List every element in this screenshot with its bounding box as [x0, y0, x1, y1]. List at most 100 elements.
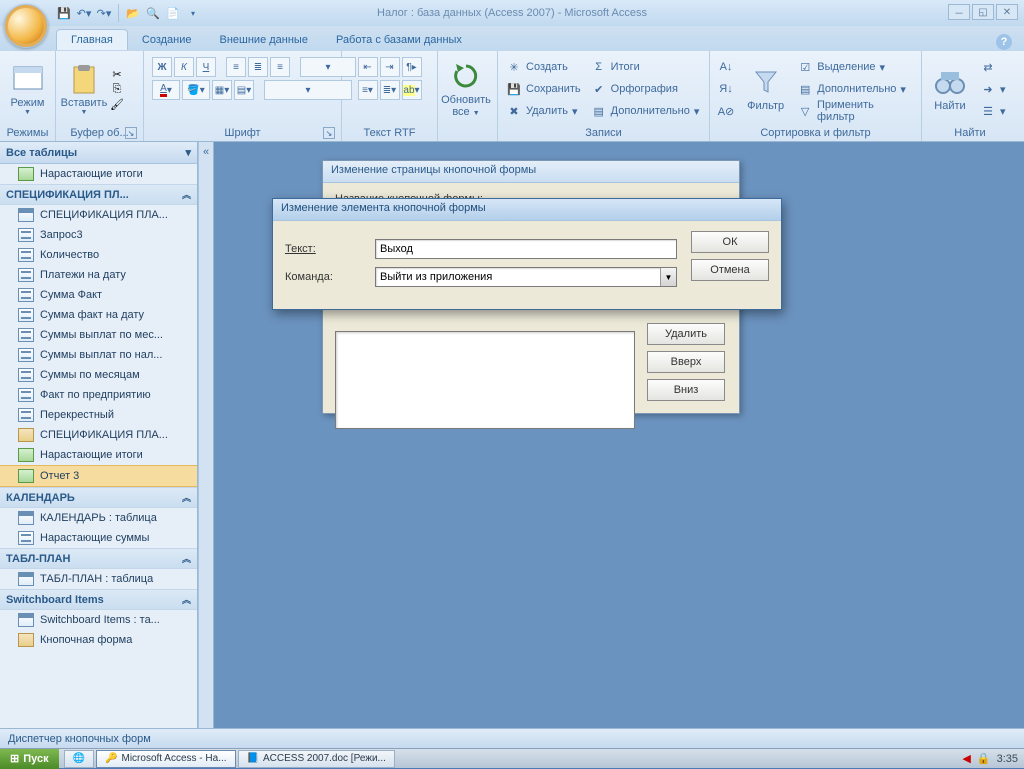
- indent-inc-button[interactable]: ⇥: [380, 57, 400, 77]
- delete-button[interactable]: Удалить: [647, 323, 725, 345]
- nav-item[interactable]: Суммы выплат по нал...: [0, 345, 197, 365]
- format-painter-icon[interactable]: 🖌: [110, 98, 124, 111]
- select-button[interactable]: ☰▾: [976, 101, 1010, 121]
- help-icon[interactable]: ?: [996, 34, 1012, 50]
- cut-icon[interactable]: ✂: [110, 68, 124, 81]
- clipboard-dialog-launcher[interactable]: ↘: [125, 127, 137, 139]
- font-combo[interactable]: ▾: [264, 80, 352, 100]
- align-left-button[interactable]: ≡: [226, 57, 246, 77]
- nav-item[interactable]: Факт по предприятию: [0, 385, 197, 405]
- goto-button[interactable]: ➜▾: [976, 79, 1010, 99]
- nav-item[interactable]: Нарастающие итоги: [0, 445, 197, 465]
- nav-item[interactable]: СПЕЦИФИКАЦИЯ ПЛА...: [0, 425, 197, 445]
- totals-button[interactable]: ΣИтоги: [587, 57, 704, 77]
- gridlines-button[interactable]: ▦▾: [212, 80, 232, 100]
- nav-item[interactable]: Сумма факт на дату: [0, 305, 197, 325]
- group-rtf: Текст RTF: [346, 125, 433, 141]
- quicklaunch-item[interactable]: 🌐: [64, 750, 94, 768]
- toggle-filter-button[interactable]: ▽Применить фильтр: [793, 101, 917, 121]
- sort-desc-button[interactable]: Я↓: [714, 79, 738, 99]
- nav-item[interactable]: СПЕЦИФИКАЦИЯ ПЛА...: [0, 205, 197, 225]
- nav-item[interactable]: КАЛЕНДАРЬ : таблица: [0, 508, 197, 528]
- indent-dec-button[interactable]: ⇤: [358, 57, 378, 77]
- nav-group-header[interactable]: СПЕЦИФИКАЦИЯ ПЛ...︽: [0, 184, 197, 205]
- print-preview-icon[interactable]: 🔍: [145, 5, 161, 21]
- new-record-button[interactable]: ✳Создать: [502, 57, 585, 77]
- nav-header[interactable]: Все таблицы▾: [0, 142, 197, 164]
- nav-item[interactable]: Запрос3: [0, 225, 197, 245]
- more-button[interactable]: ▤Дополнительно ▾: [587, 101, 704, 121]
- filter-button[interactable]: Фильтр: [740, 56, 791, 122]
- nav-item[interactable]: Кнопочная форма: [0, 630, 197, 650]
- spelling-button[interactable]: ✔Орфография: [587, 79, 704, 99]
- tab-create[interactable]: Создание: [128, 30, 206, 50]
- delete-record-button[interactable]: ✖Удалить ▾: [502, 101, 585, 121]
- italic-button[interactable]: К: [174, 57, 194, 77]
- tab-home[interactable]: Главная: [56, 29, 128, 50]
- nav-item[interactable]: Количество: [0, 245, 197, 265]
- replace-button[interactable]: ⇄: [976, 57, 1010, 77]
- ltr-button[interactable]: ¶▸: [402, 57, 422, 77]
- start-button[interactable]: ⊞Пуск: [0, 749, 59, 769]
- find-button[interactable]: Найти: [926, 56, 974, 122]
- redo-icon[interactable]: ↷▾: [96, 5, 112, 21]
- restore-button[interactable]: ◱: [972, 4, 994, 20]
- sort-asc-button[interactable]: A↓: [714, 57, 738, 77]
- office-button[interactable]: [4, 4, 48, 48]
- sigma-icon: Σ: [591, 59, 607, 75]
- font-dialog-launcher[interactable]: ↘: [323, 127, 335, 139]
- nav-item[interactable]: Перекрестный: [0, 405, 197, 425]
- clear-sort-button[interactable]: A⊘: [714, 101, 738, 121]
- advanced-filter-button[interactable]: ▤Дополнительно ▾: [793, 79, 917, 99]
- text-input[interactable]: [375, 239, 677, 259]
- save-icon[interactable]: 💾: [56, 5, 72, 21]
- cancel-button[interactable]: Отмена: [691, 259, 769, 281]
- altrow-button[interactable]: ▤▾: [234, 80, 254, 100]
- task-item[interactable]: 🔑Microsoft Access - На...: [96, 750, 235, 768]
- nav-group-header[interactable]: ТАБЛ-ПЛАН︽: [0, 548, 197, 569]
- minimize-button[interactable]: －: [948, 4, 970, 20]
- highlight-button[interactable]: ab▾: [402, 80, 422, 100]
- bold-button[interactable]: Ж: [152, 57, 172, 77]
- nav-item[interactable]: Нарастающие суммы: [0, 528, 197, 548]
- tray-icon[interactable]: ◀: [962, 752, 970, 765]
- save-record-button[interactable]: 💾Сохранить: [502, 79, 585, 99]
- command-combo[interactable]: Выйти из приложения▼: [375, 267, 677, 287]
- nav-group-header[interactable]: Switchboard Items︽: [0, 589, 197, 610]
- undo-icon[interactable]: ↶▾: [76, 5, 92, 21]
- font-color-button[interactable]: A▾: [152, 80, 180, 100]
- nav-item[interactable]: ТАБЛ-ПЛАН : таблица: [0, 569, 197, 589]
- items-listbox[interactable]: [335, 331, 635, 429]
- selection-button[interactable]: ☑Выделение ▾: [793, 57, 917, 77]
- underline-button[interactable]: Ч: [196, 57, 216, 77]
- tab-external[interactable]: Внешние данные: [206, 30, 322, 50]
- nav-item[interactable]: Нарастающие итоги: [0, 164, 197, 184]
- up-button[interactable]: Вверх: [647, 351, 725, 373]
- qat-customize-icon[interactable]: ▾: [185, 5, 201, 21]
- view-button[interactable]: Режим▼: [4, 56, 51, 122]
- paste-button[interactable]: Вставить▼: [60, 56, 108, 122]
- ok-button[interactable]: ОК: [691, 231, 769, 253]
- align-center-button[interactable]: ≣: [248, 57, 268, 77]
- nav-item[interactable]: Сумма Факт: [0, 285, 197, 305]
- nav-item[interactable]: Отчет 3: [0, 465, 197, 487]
- task-item[interactable]: 📘ACCESS 2007.doc [Режи...: [238, 750, 395, 768]
- nav-item[interactable]: Суммы по месяцам: [0, 365, 197, 385]
- refresh-button[interactable]: Обновитьвсе ▼: [442, 56, 490, 122]
- align-right-button[interactable]: ≡: [270, 57, 290, 77]
- numbering-button[interactable]: ≡▾: [358, 80, 378, 100]
- nav-collapse-button[interactable]: «: [198, 142, 214, 728]
- nav-item[interactable]: Платежи на дату: [0, 265, 197, 285]
- fill-color-button[interactable]: 🪣▾: [182, 80, 210, 100]
- nav-item[interactable]: Switchboard Items : та...: [0, 610, 197, 630]
- copy-icon[interactable]: ⎘: [110, 83, 124, 96]
- tab-dbtools[interactable]: Работа с базами данных: [322, 30, 476, 50]
- bullets-button[interactable]: ≣▾: [380, 80, 400, 100]
- open-icon[interactable]: 📂: [125, 5, 141, 21]
- tray-icon[interactable]: 🔒: [977, 752, 991, 765]
- close-button[interactable]: ✕: [996, 4, 1018, 20]
- nav-item[interactable]: Суммы выплат по мес...: [0, 325, 197, 345]
- new-icon[interactable]: 📄: [165, 5, 181, 21]
- down-button[interactable]: Вниз: [647, 379, 725, 401]
- nav-group-header[interactable]: КАЛЕНДАРЬ︽: [0, 487, 197, 508]
